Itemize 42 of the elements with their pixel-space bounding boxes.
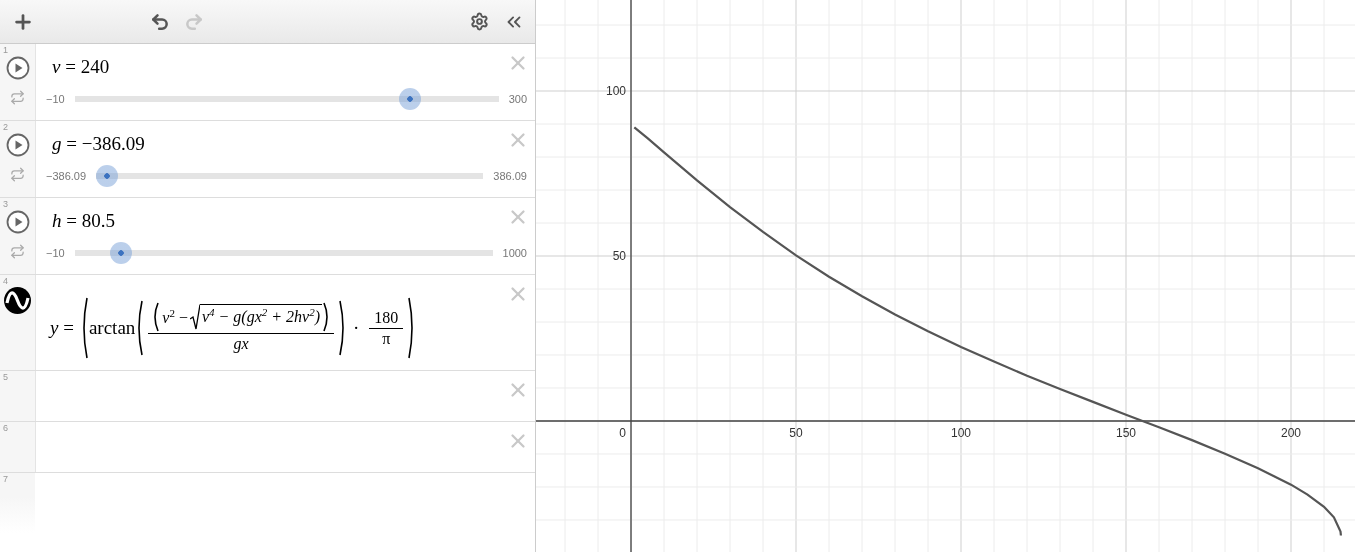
tick-label: 0 bbox=[619, 426, 626, 440]
slider-max[interactable]: 1000 bbox=[502, 247, 527, 259]
open-paren-icon bbox=[151, 302, 161, 332]
play-icon[interactable] bbox=[5, 56, 30, 80]
denominator-text: gx bbox=[232, 334, 250, 353]
slider-max[interactable]: 386.09 bbox=[493, 170, 527, 182]
slider-min[interactable]: −10 bbox=[46, 93, 65, 105]
radicand-text: v$^{4}$ − g(gx$^{2}$ + 2hv$^{2}$) bbox=[199, 304, 323, 330]
tick-label: 50 bbox=[789, 426, 803, 440]
function-name: arctan bbox=[88, 316, 136, 339]
play-icon[interactable] bbox=[5, 210, 30, 234]
slider-max[interactable]: 300 bbox=[508, 93, 527, 105]
open-paren-icon bbox=[135, 299, 145, 356]
tick-label: 50 bbox=[612, 249, 626, 263]
expression-text[interactable]: h = 80.5 bbox=[52, 210, 493, 232]
tick-label: 100 bbox=[951, 426, 972, 440]
tick-label: 100 bbox=[606, 84, 626, 98]
play-icon[interactable] bbox=[5, 133, 30, 157]
line-number: 1 bbox=[3, 45, 8, 55]
line-number: 2 bbox=[3, 122, 8, 132]
line-number: 5 bbox=[3, 372, 8, 382]
radical-icon bbox=[189, 304, 200, 330]
line-number: 6 bbox=[3, 423, 8, 433]
tick-label: 200 bbox=[1281, 426, 1302, 440]
graph-canvas[interactable]: 0 50 100 150 200 50 100 bbox=[536, 0, 1355, 552]
line-number: 4 bbox=[3, 276, 8, 286]
multiply-sign: · bbox=[353, 316, 360, 339]
denominator-text: π bbox=[381, 328, 392, 348]
slider-thumb[interactable] bbox=[398, 88, 421, 110]
slider-min[interactable]: −10 bbox=[46, 247, 65, 259]
slider-min[interactable]: −386.09 bbox=[46, 170, 87, 182]
slider-thumb[interactable] bbox=[110, 242, 133, 264]
expression-text[interactable]: v = 240 bbox=[52, 56, 493, 78]
tick-label: 150 bbox=[1116, 426, 1137, 440]
wave-icon[interactable] bbox=[4, 287, 31, 314]
expression-lhs: y = bbox=[50, 316, 74, 339]
slider-thumb[interactable] bbox=[96, 165, 119, 187]
expression-text[interactable]: g = −386.09 bbox=[52, 133, 493, 155]
numerator-text: v$^{2}$ − bbox=[161, 306, 189, 328]
line-number: 3 bbox=[3, 199, 8, 209]
numerator-text: 180 bbox=[373, 307, 400, 327]
line-number: 7 bbox=[3, 474, 8, 484]
